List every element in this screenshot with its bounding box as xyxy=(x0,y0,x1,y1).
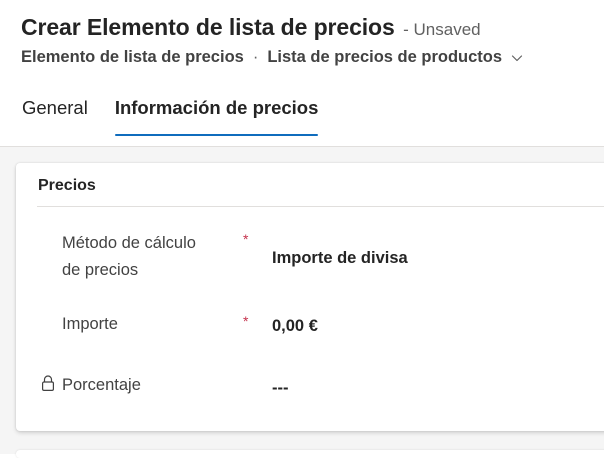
field-label-percentage: Porcentaje xyxy=(62,376,141,394)
tab-list: General Información de precios xyxy=(0,88,318,138)
required-indicator: * xyxy=(243,231,249,247)
field-value-percentage[interactable]: --- xyxy=(272,379,288,398)
form-selector[interactable]: Lista de precios de productos xyxy=(267,48,524,67)
chevron-down-icon xyxy=(511,55,523,62)
tab-pricing-information-label: Información de precios xyxy=(114,97,319,118)
field-label-line-2: de precios xyxy=(62,261,139,279)
field-label-line-1: Método de cálculo xyxy=(62,234,196,252)
tab-general-label: General xyxy=(22,97,88,118)
form-header: Crear Elemento de lista de precios - Uns… xyxy=(0,0,604,147)
title-row: Crear Elemento de lista de precios - Uns… xyxy=(21,14,481,41)
tab-general[interactable]: General xyxy=(22,88,88,136)
page-title: Crear Elemento de lista de precios xyxy=(21,14,395,40)
field-label-calculation-method: Método de cálculo de precios xyxy=(62,230,196,284)
unsaved-status: - Unsaved xyxy=(403,20,481,39)
section-divider xyxy=(37,206,604,207)
field-value-amount[interactable]: 0,00 € xyxy=(272,317,318,336)
field-value-calculation-method[interactable]: Importe de divisa xyxy=(272,249,408,268)
form-selector-label: Lista de precios de productos xyxy=(267,48,503,66)
field-label-amount: Importe xyxy=(62,315,118,333)
subtitle-separator: · xyxy=(252,48,259,66)
entity-name: Elemento de lista de precios xyxy=(21,48,244,66)
required-indicator: * xyxy=(243,313,249,329)
entity-subtitle: Elemento de lista de precios · Lista de … xyxy=(21,48,524,67)
next-section-card-edge xyxy=(16,450,604,458)
section-title: Precios xyxy=(38,177,96,194)
section-card-prices: Precios Método de cálculo de precios * I… xyxy=(16,163,604,431)
lock-icon xyxy=(42,375,55,391)
tab-pricing-information[interactable]: Información de precios xyxy=(114,88,319,136)
